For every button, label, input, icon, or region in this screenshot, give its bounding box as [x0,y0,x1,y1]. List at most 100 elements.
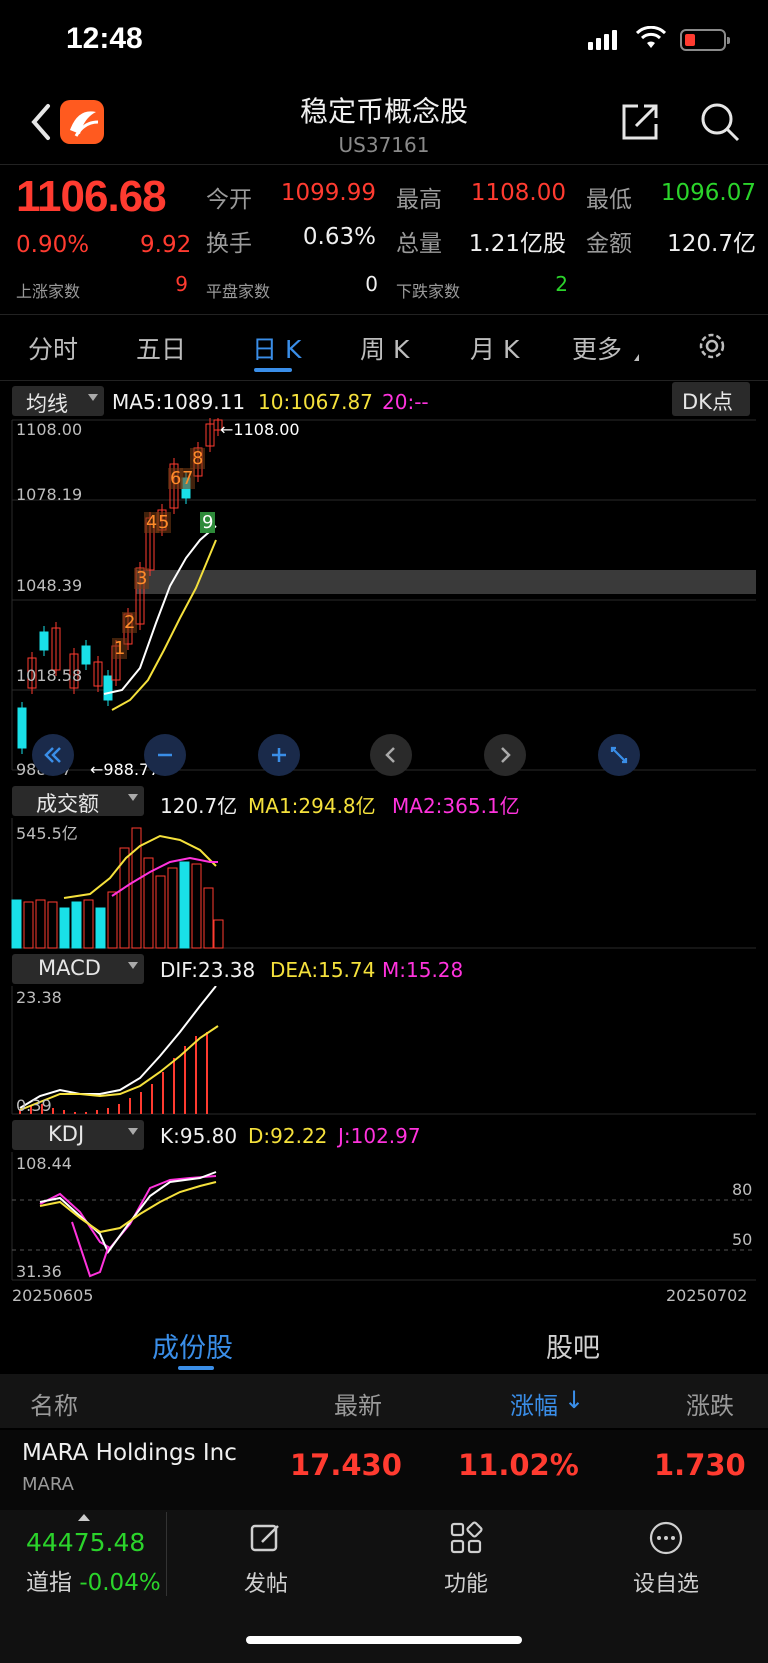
ma10-value: 10:1067.87 [258,390,373,414]
tab-intraday[interactable]: 分时 [28,330,78,366]
signal-icon [588,30,620,50]
tab-forum[interactable]: 股吧 [546,1326,600,1365]
add-watchlist-button[interactable]: 设自选 [616,1520,716,1598]
volume-bar [213,919,224,949]
candle [103,675,113,701]
date-start: 20250605 [12,1286,94,1305]
volume-bar [167,867,178,949]
ma-selector-label: 均线 [26,392,68,416]
wifi-icon [635,25,667,54]
tab-more[interactable]: 更多 [572,330,622,366]
flat-count: 0 [365,272,378,296]
volume-ma1-line [63,834,217,899]
sequence-count-label: 5 [156,512,172,533]
macd-y-min: 0.39 [16,1096,52,1115]
candle [81,645,91,665]
change-percent: 0.90% [16,232,90,258]
index-name: 道指 [26,1570,72,1596]
divider [0,314,768,315]
index-value[interactable]: 44475.48 [26,1528,145,1557]
post-button[interactable]: 发帖 [216,1520,316,1598]
tab-underline [254,368,292,372]
table-row[interactable]: MARA Holdings Inc MARA 17.430 11.02% 1.7… [0,1430,768,1510]
change-value: 9.92 [140,232,192,258]
kdj-selector[interactable]: KDJ [12,1120,144,1150]
macd-y-max: 23.38 [16,988,62,1007]
volume-bar [95,907,106,949]
low-value: 1096.07 [660,180,756,206]
edit-icon [250,1524,279,1552]
fullscreen-button[interactable] [598,734,640,776]
share-icon[interactable] [618,100,662,148]
sequence-count-label: 8 [190,448,206,469]
kdj-selector-label: KDJ [48,1122,85,1146]
index-name-row[interactable]: 道指 -0.04% [26,1563,161,1597]
low-label: 最低 [586,187,632,213]
sequence-count-label: 1 [112,638,128,659]
tab-five-day[interactable]: 五日 [136,330,186,366]
home-indicator[interactable] [246,1636,522,1644]
macd-dif: DIF:23.38 [160,958,256,982]
macd-dea: DEA:15.74 [270,958,376,982]
volume-label: 总量 [396,231,442,257]
kdj-j-dip [71,1221,109,1278]
up-count-label: 上涨家数 [16,282,81,301]
more-caret-icon [634,354,639,361]
macd-selector-label: MACD [38,956,101,980]
functions-button[interactable]: 功能 [416,1520,516,1598]
col-name[interactable]: 名称 [30,1386,78,1421]
scroll-start-button[interactable] [32,734,74,776]
index-change: -0.04% [79,1570,161,1596]
open-label: 今开 [206,187,252,213]
dk-point-button[interactable]: DK点 [672,382,750,416]
tab-weekly-k[interactable]: 周 K [360,330,409,366]
scroll-right-button[interactable] [484,734,526,776]
col-change[interactable]: 涨跌 [686,1386,734,1421]
open-value: 1099.99 [280,180,376,206]
scroll-left-button[interactable] [370,734,412,776]
zoom-out-button[interactable] [144,734,186,776]
kdj-k: K:95.80 [160,1124,238,1148]
volume-bar [71,901,82,949]
period-tabs: 分时 五日 日 K 周 K 月 K 更多 [0,316,768,378]
candle [17,707,27,749]
tab-constituents[interactable]: 成份股 [152,1326,233,1365]
divider [166,1512,167,1596]
stock-ticker: MARA [22,1474,74,1495]
volume-selector[interactable]: 成交额 [12,786,144,816]
divider [0,380,768,381]
gear-icon[interactable] [696,330,728,366]
stock-latest: 17.430 [290,1448,402,1482]
tab-monthly-k[interactable]: 月 K [470,330,519,366]
post-label: 发帖 [243,1572,288,1597]
col-latest[interactable]: 最新 [334,1386,382,1421]
volume-selector-label: 成交额 [36,792,99,816]
macd-m: M:15.28 [382,958,464,982]
kdj-d: D:92.22 [248,1124,328,1148]
tab-daily-k[interactable]: 日 K [252,330,301,366]
expand-caret-icon[interactable] [78,1514,90,1521]
kdj-y-min: 31.36 [16,1262,62,1281]
down-count-label: 下跌家数 [396,282,461,301]
volume-bar [203,887,214,949]
y-label-4: 1018.58 [16,666,83,685]
list-header: 名称 最新 涨幅 ↓ 涨跌 [0,1374,768,1428]
amount-value: 120.7亿 [667,231,756,257]
current-price: 1106.68 [16,172,167,221]
volume-bar [155,875,166,949]
volume-bar [191,863,202,949]
high-marker: ←1108.00 [220,420,300,439]
stock-change-pct: 11.02% [458,1448,579,1482]
search-icon[interactable] [698,100,742,148]
grid-icon [450,1521,483,1554]
zoom-in-button[interactable] [258,734,300,776]
volume-bar [59,907,70,949]
macd-selector[interactable]: MACD [12,954,144,984]
ma-selector[interactable]: 均线 [12,386,104,416]
volume-value: 120.7亿 [160,794,238,818]
sort-down-icon: ↓ [564,1386,585,1414]
volume-bar [35,899,46,949]
sequence-count-label: 2 [122,612,138,633]
col-change-pct[interactable]: 涨幅 [510,1386,558,1421]
sequence-count-label: 3 [134,568,150,589]
